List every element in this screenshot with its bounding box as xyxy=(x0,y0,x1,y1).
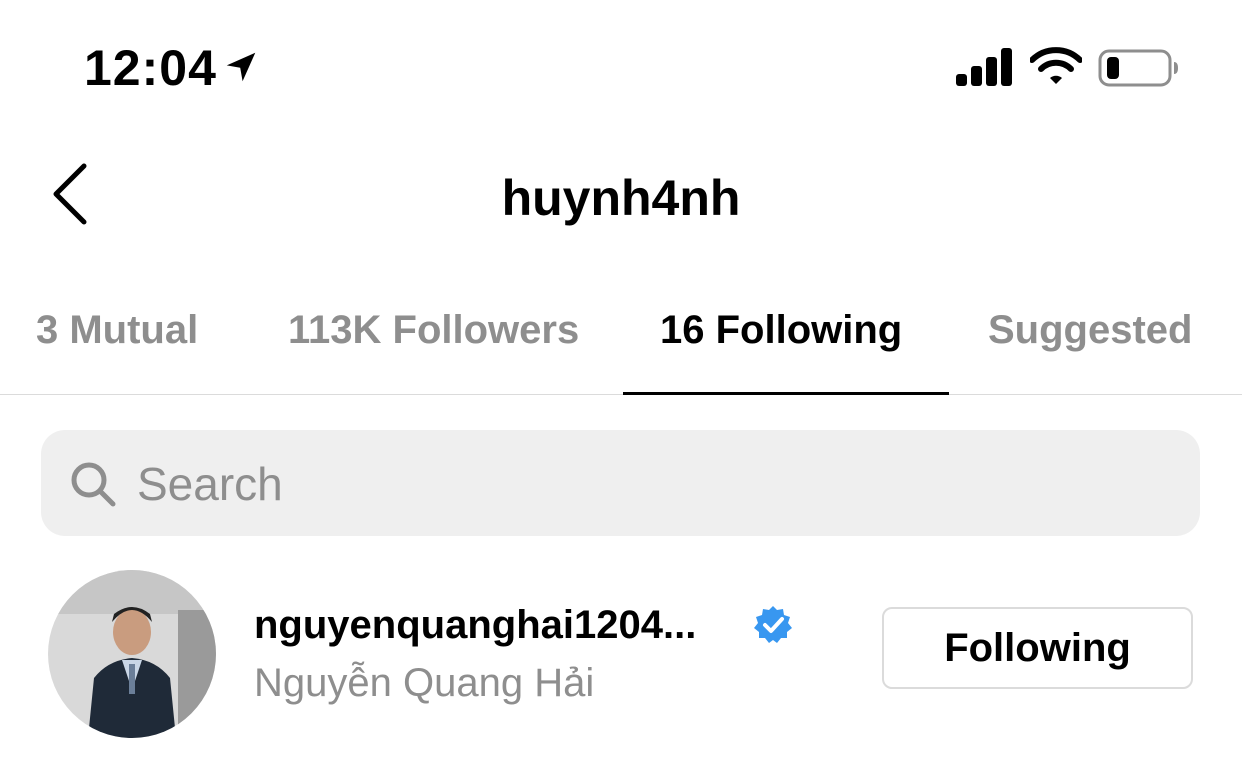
wifi-icon xyxy=(1030,47,1082,84)
page-title: huynh4nh xyxy=(501,170,741,226)
following-button[interactable]: Following xyxy=(882,607,1193,689)
avatar-photo xyxy=(48,570,216,738)
tab-mutual[interactable]: 3 Mutual xyxy=(36,300,198,360)
search-bar[interactable] xyxy=(41,430,1200,536)
full-name: Nguyễn Quang Hải xyxy=(254,661,595,705)
tab-suggested[interactable]: Suggested xyxy=(988,300,1192,360)
avatar[interactable] xyxy=(48,570,216,738)
location-arrow-icon xyxy=(226,52,256,82)
status-time: 12:04 xyxy=(84,40,217,96)
active-tab-indicator xyxy=(623,392,949,395)
search-icon xyxy=(71,462,116,507)
tabs-divider xyxy=(0,394,1242,395)
battery-icon xyxy=(1098,49,1178,87)
tab-followers[interactable]: 113K Followers xyxy=(288,300,579,360)
search-input[interactable] xyxy=(137,452,1177,516)
cellular-signal-icon xyxy=(956,48,1012,86)
verified-badge-icon xyxy=(754,606,792,643)
tab-following[interactable]: 16 Following xyxy=(660,300,902,360)
following-list-screen: 12:04 huynh4nh 3 Mutual 113K Followers 1… xyxy=(0,0,1242,779)
username[interactable]: nguyenquanghai1204... xyxy=(254,600,696,650)
